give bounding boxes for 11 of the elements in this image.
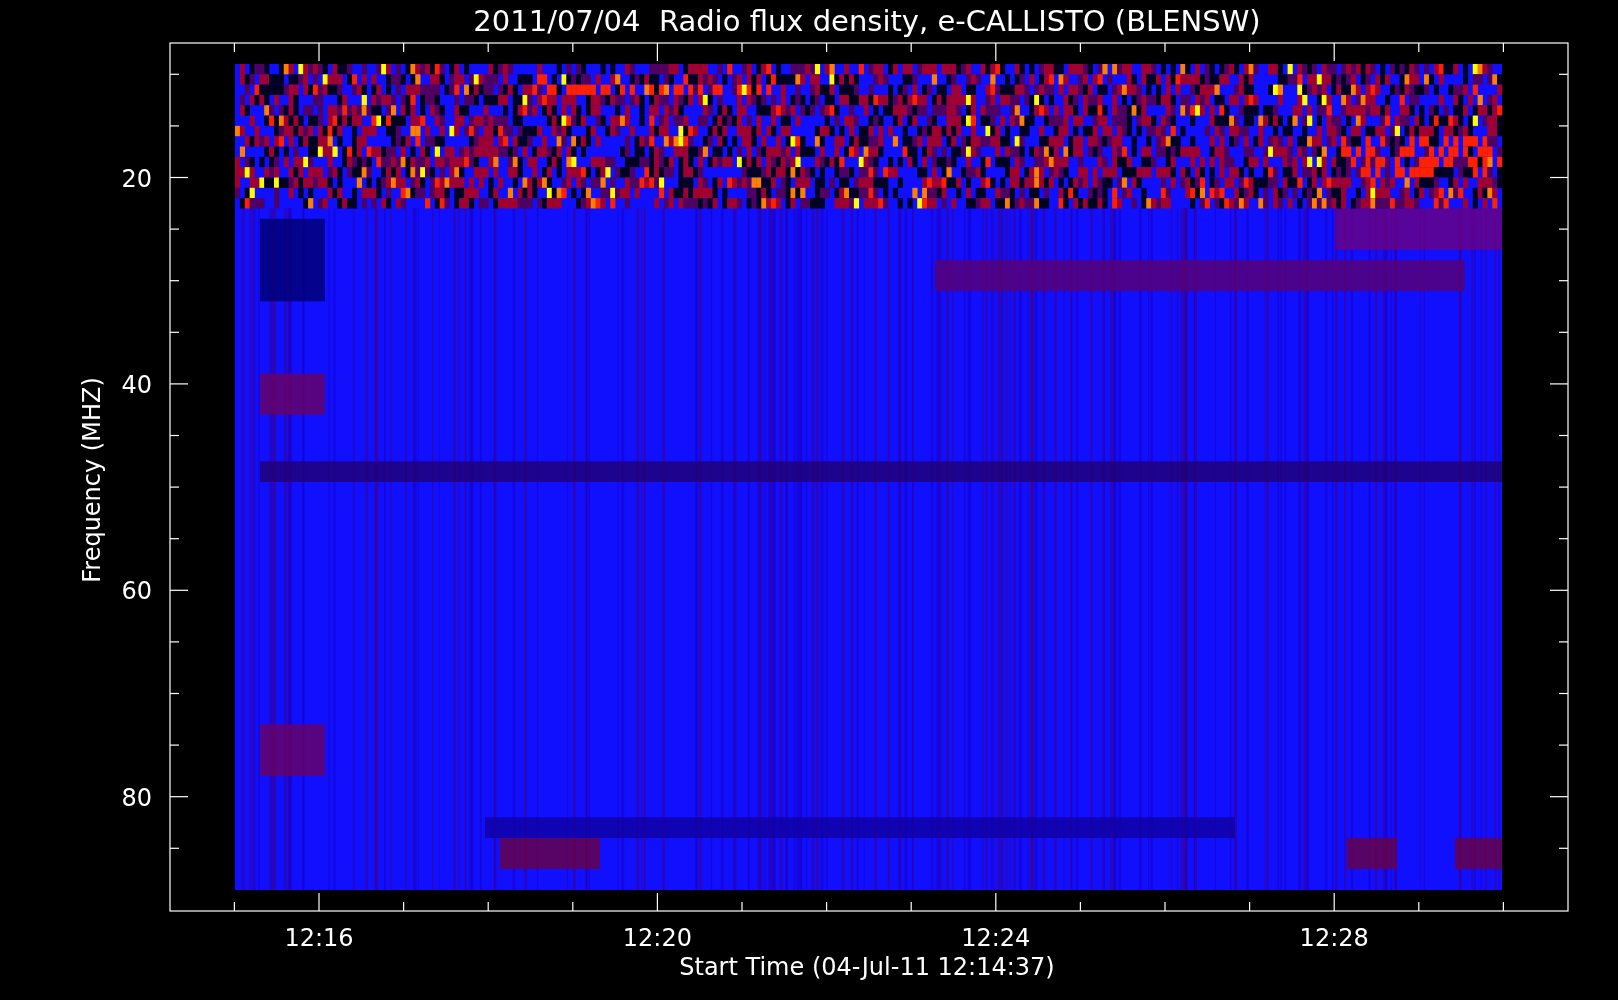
x-axis-label: Start Time (04-Jul-11 12:14:37) (679, 953, 1055, 981)
y-tick-label: 80 (121, 783, 152, 812)
x-tick-label: 12:20 (622, 924, 692, 952)
y-axis-label: Frequency (MHZ) (78, 377, 106, 583)
y-tick-label: 40 (121, 370, 152, 399)
x-tick-label: 12:24 (961, 924, 1031, 952)
y-tick-label: 60 (121, 577, 152, 606)
x-tick-label: 12:16 (284, 924, 354, 952)
y-tick-label: 20 (121, 164, 152, 193)
chart-title: 2011/07/04 Radio flux density, e-CALLISTO (BLENSW) (473, 4, 1261, 38)
x-tick-label: 12:28 (1299, 924, 1369, 952)
